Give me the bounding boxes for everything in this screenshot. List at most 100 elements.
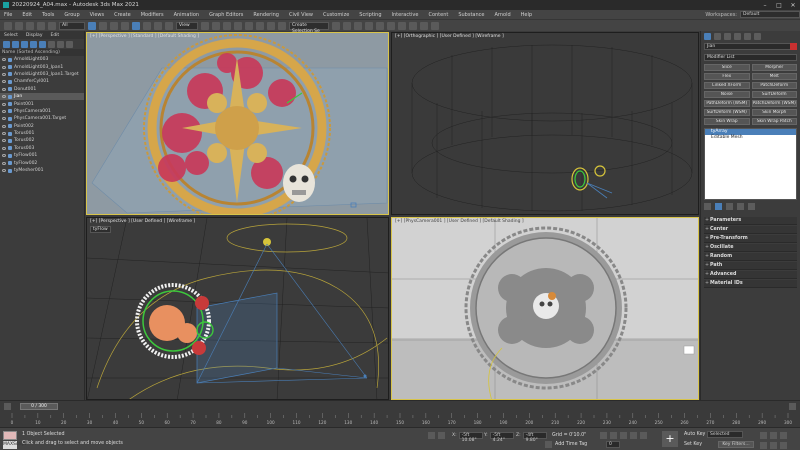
next-frame-arrow-icon[interactable] bbox=[789, 403, 796, 410]
z-coordinate-value[interactable]: -4ft 9.80" bbox=[522, 432, 547, 443]
object-name-field[interactable]: Jian bbox=[704, 43, 797, 50]
visibility-eye-icon[interactable] bbox=[2, 146, 6, 150]
scene-item[interactable]: Donut001 bbox=[0, 86, 84, 93]
menu-customize[interactable]: Customize bbox=[323, 12, 349, 18]
keyboard-shortcut-icon[interactable] bbox=[223, 21, 231, 30]
x-coordinate-value[interactable]: -5ft 10.08" bbox=[458, 432, 483, 443]
play-icon[interactable] bbox=[620, 432, 627, 439]
menu-scripting[interactable]: Scripting bbox=[359, 12, 381, 18]
named-selection-set-dropdown[interactable]: Create Selection Se bbox=[289, 21, 329, 34]
scene-item[interactable]: Torus001 bbox=[0, 130, 84, 137]
scene-item[interactable]: ArnoldLight003 bbox=[0, 56, 84, 63]
scene-item[interactable]: tyFlow002 bbox=[0, 159, 84, 166]
modifier-button[interactable]: Skin Wrap Patch bbox=[751, 118, 797, 125]
zoom-extents-icon[interactable] bbox=[780, 432, 787, 439]
modifier-button[interactable]: PathDeform (WSM) bbox=[704, 100, 750, 107]
add-time-tag-icon[interactable] bbox=[545, 441, 552, 448]
orbit-icon[interactable] bbox=[780, 442, 787, 449]
viewport-perspective-wireframe[interactable]: [+] [Perspective ] [User Defined ] [Wire… bbox=[86, 217, 389, 400]
isolate-selection-icon[interactable] bbox=[428, 432, 435, 439]
menu-arnold[interactable]: Arnold bbox=[494, 12, 510, 18]
time-slider[interactable]: 0 / 300 bbox=[0, 400, 800, 411]
manipulate-icon[interactable] bbox=[212, 21, 220, 30]
tab-edit[interactable]: Edit bbox=[50, 33, 59, 38]
scene-item[interactable]: tyMesher001 bbox=[0, 167, 84, 174]
visibility-eye-icon[interactable] bbox=[2, 154, 6, 158]
zoom-all-icon[interactable] bbox=[770, 432, 777, 439]
visibility-eye-icon[interactable] bbox=[2, 169, 6, 173]
visibility-eye-icon[interactable] bbox=[2, 102, 6, 106]
scene-item[interactable]: Torus003 bbox=[0, 145, 84, 152]
modify-tab-icon[interactable] bbox=[714, 33, 721, 40]
viewport-orthographic-wireframe[interactable]: [+] [Orthographic ] [User Defined ] [Wir… bbox=[391, 32, 699, 215]
visibility-eye-icon[interactable] bbox=[2, 80, 6, 84]
modifier-button[interactable]: Flex bbox=[704, 73, 750, 80]
toggle-layer-explorer-icon[interactable] bbox=[365, 21, 373, 30]
modifier-button[interactable]: PatchDeform bbox=[751, 82, 797, 89]
add-time-tag[interactable]: Add Time Tag bbox=[555, 442, 587, 447]
visibility-eye-icon[interactable] bbox=[2, 58, 6, 62]
menu-tools[interactable]: Tools bbox=[42, 12, 54, 18]
material-editor-icon[interactable] bbox=[398, 21, 406, 30]
filter-helpers-icon[interactable] bbox=[39, 40, 46, 48]
modifier-button[interactable]: Slice bbox=[704, 64, 750, 71]
filter-bones-icon[interactable] bbox=[66, 40, 73, 48]
modifier-button[interactable]: SurfDeform bbox=[751, 91, 797, 98]
auto-key-label[interactable]: Auto Key bbox=[684, 432, 705, 437]
previous-frame-icon[interactable] bbox=[610, 432, 617, 439]
align-icon[interactable] bbox=[343, 21, 351, 30]
filter-lights-icon[interactable] bbox=[21, 40, 28, 48]
filter-geometry-icon[interactable] bbox=[3, 40, 10, 48]
scene-item[interactable]: PhysCamera001 bbox=[0, 108, 84, 115]
rollout-header[interactable]: Advanced bbox=[704, 271, 797, 279]
modifier-button[interactable]: SurfDeform (WSM) bbox=[704, 109, 750, 116]
rollout-header[interactable]: Random bbox=[704, 253, 797, 261]
visibility-eye-icon[interactable] bbox=[2, 95, 6, 99]
scene-item[interactable]: tyFlow001 bbox=[0, 152, 84, 159]
close-icon[interactable]: ✕ bbox=[786, 0, 800, 10]
zoom-icon[interactable] bbox=[760, 432, 767, 439]
scene-item[interactable]: PhysCamera001.Target bbox=[0, 115, 84, 122]
edit-named-selection-icon[interactable] bbox=[278, 21, 286, 30]
next-frame-icon[interactable] bbox=[630, 432, 637, 439]
toggle-scene-explorer-icon[interactable] bbox=[354, 21, 362, 30]
selected-set-dropdown[interactable]: Selected bbox=[707, 431, 743, 438]
percent-snap-icon[interactable] bbox=[256, 21, 264, 30]
selection-filter-dropdown[interactable]: All bbox=[59, 21, 85, 30]
go-to-start-icon[interactable] bbox=[600, 432, 607, 439]
bind-space-warp-icon[interactable] bbox=[48, 21, 56, 30]
menu-graph-editors[interactable]: Graph Editors bbox=[209, 12, 243, 18]
time-slider-thumb[interactable]: 0 / 300 bbox=[20, 403, 58, 410]
modifier-button[interactable]: Linked XForm bbox=[704, 82, 750, 89]
rollout-header[interactable]: Material IDs bbox=[704, 280, 797, 288]
scene-item[interactable]: Point001 bbox=[0, 100, 84, 107]
scene-item[interactable]: ArnoldLight003_Ipan1.Target bbox=[0, 71, 84, 78]
viewport-label[interactable]: [+] [Orthographic ] [User Defined ] [Wir… bbox=[395, 34, 504, 39]
scene-item[interactable]: Torus002 bbox=[0, 137, 84, 144]
select-and-move-icon[interactable] bbox=[132, 21, 140, 30]
current-frame-value[interactable]: 0 bbox=[606, 441, 620, 448]
scene-item[interactable]: ArnoldLight003_Ipan1 bbox=[0, 63, 84, 70]
select-by-name-icon[interactable] bbox=[99, 21, 107, 30]
workspace-dropdown[interactable]: Default bbox=[740, 11, 800, 18]
go-to-end-icon[interactable] bbox=[640, 432, 647, 439]
rendered-frame-window-icon[interactable] bbox=[420, 21, 428, 30]
rollout-header[interactable]: Oscillate bbox=[704, 244, 797, 252]
filter-spacewarps-icon[interactable] bbox=[48, 40, 55, 48]
display-tab-icon[interactable] bbox=[744, 33, 751, 40]
visibility-eye-icon[interactable] bbox=[2, 72, 6, 76]
modifier-button[interactable]: Skin Wrap bbox=[704, 118, 750, 125]
visibility-eye-icon[interactable] bbox=[2, 139, 6, 143]
remove-modifier-icon[interactable] bbox=[737, 203, 744, 210]
minimize-icon[interactable]: – bbox=[758, 0, 772, 10]
modifier-button[interactable]: Melt bbox=[751, 73, 797, 80]
track-bar[interactable]: 0 10 20 30 40 50 60 70 80 90 100 110 120 130 140 150 160… bbox=[0, 411, 800, 427]
pivot-center-icon[interactable] bbox=[201, 21, 209, 30]
spinner-snap-icon[interactable] bbox=[267, 21, 275, 30]
menu-views[interactable]: Views bbox=[90, 12, 104, 18]
redo-icon[interactable] bbox=[15, 21, 23, 30]
rollout-header[interactable]: Pre-Transform bbox=[704, 235, 797, 243]
undo-icon[interactable] bbox=[4, 21, 12, 30]
menu-file[interactable]: File bbox=[4, 12, 12, 18]
tab-display[interactable]: Display bbox=[26, 33, 43, 38]
